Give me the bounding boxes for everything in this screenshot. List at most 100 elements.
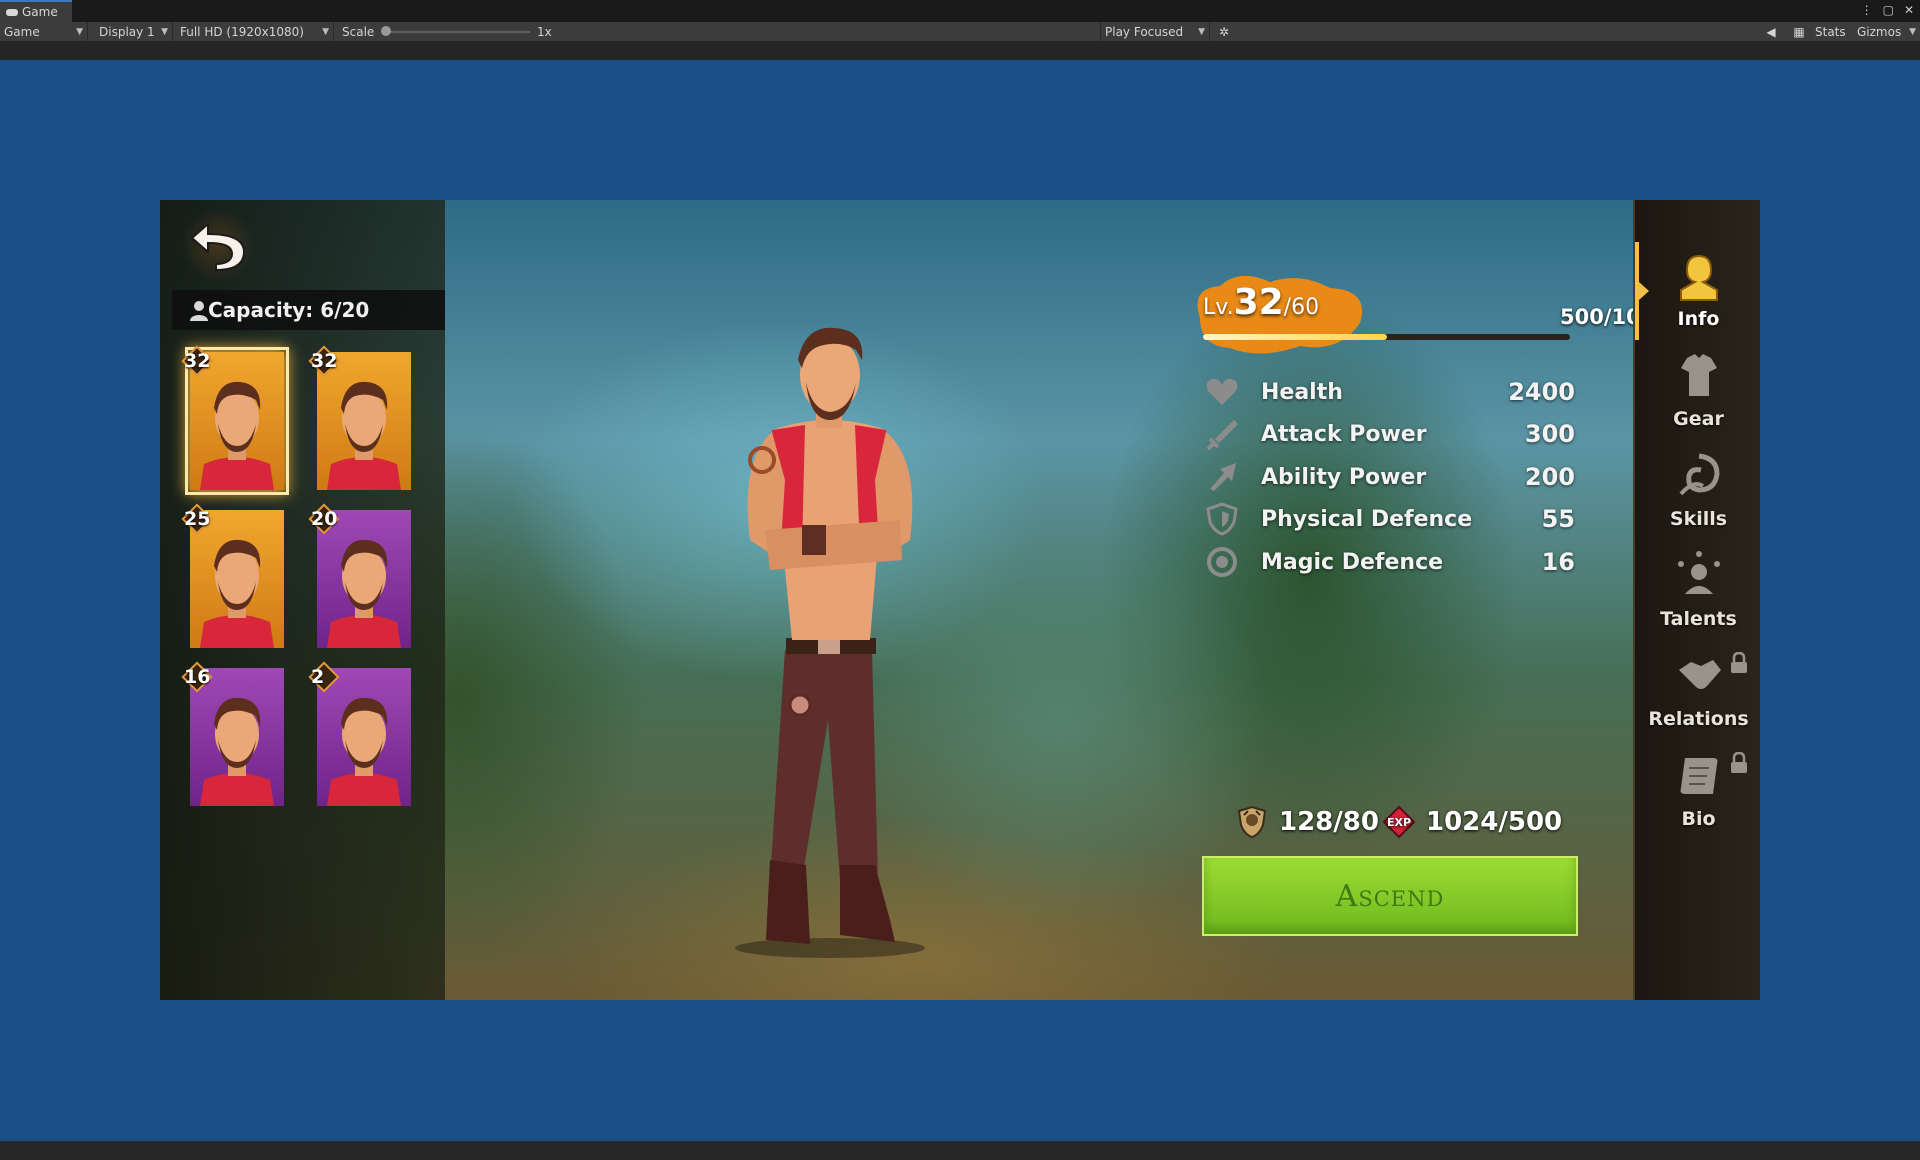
talent-tree-icon bbox=[1673, 550, 1725, 602]
audio-icon[interactable]: ◀ bbox=[1762, 22, 1780, 42]
more-options-icon[interactable]: ⋮ bbox=[1861, 3, 1873, 17]
swirl-icon bbox=[1673, 450, 1725, 502]
hero-level-badge: 32 bbox=[181, 345, 213, 377]
handshake-icon bbox=[1673, 650, 1725, 702]
hero-level-badge: 2 bbox=[308, 661, 340, 693]
hero-side-nav: Info Gear Skills Talents Relations Bio bbox=[1633, 200, 1760, 1000]
hero-card[interactable]: 2 bbox=[308, 661, 411, 806]
game-window-tab[interactable]: Game bbox=[0, 0, 72, 22]
hero-level-badge: 16 bbox=[181, 661, 213, 693]
exp-progress-fill bbox=[1203, 334, 1387, 340]
stat-value: 2400 bbox=[1508, 378, 1575, 406]
nav-item-label: Skills bbox=[1669, 508, 1728, 530]
exp-icon: EXP bbox=[1382, 805, 1416, 839]
exp-value: 1024/500 bbox=[1426, 807, 1563, 837]
heart-icon bbox=[1203, 375, 1241, 409]
hero-card[interactable]: 25 bbox=[181, 503, 284, 648]
armor-icon bbox=[1673, 350, 1725, 402]
hero-level-number: 25 bbox=[184, 508, 211, 530]
hero-bust-icon bbox=[1673, 250, 1725, 302]
nav-item-talents[interactable]: Talents bbox=[1635, 540, 1760, 640]
play-mode-label: Play Focused bbox=[1105, 25, 1184, 39]
nav-item-skills[interactable]: Skills bbox=[1635, 440, 1760, 540]
hero-level-badge: 20 bbox=[308, 503, 340, 535]
close-icon[interactable]: ✕ bbox=[1904, 3, 1914, 17]
hero-level-number: 2 bbox=[311, 666, 325, 688]
editor-bottom-bar bbox=[0, 1141, 1920, 1160]
gizmos-dropdown[interactable]: Gizmos ▼ bbox=[1853, 22, 1920, 42]
hero-card[interactable]: 16 bbox=[181, 661, 284, 806]
stat-label: Ability Power bbox=[1261, 464, 1427, 490]
hero-card[interactable]: 32 bbox=[181, 345, 289, 495]
scale-slider-track[interactable] bbox=[385, 31, 530, 33]
level-max: /60 bbox=[1283, 295, 1320, 320]
exp-counter: EXP 1024/500 bbox=[1382, 804, 1562, 840]
nav-item-relations[interactable]: Relations bbox=[1635, 640, 1760, 740]
magic-arrow-icon bbox=[1203, 460, 1241, 494]
chevron-down-icon: ▼ bbox=[76, 27, 83, 37]
game-viewport: Capacity: 6/20 32322520162 Lv.32/60 bbox=[160, 200, 1760, 1000]
stat-value: 16 bbox=[1541, 548, 1575, 576]
chevron-down-icon: ▼ bbox=[322, 27, 329, 37]
hero-card[interactable]: 32 bbox=[308, 345, 411, 490]
lock-icon bbox=[1731, 752, 1747, 773]
stat-label: Attack Power bbox=[1261, 421, 1427, 447]
chevron-down-icon: ▼ bbox=[161, 27, 168, 37]
chevron-down-icon: ▼ bbox=[1198, 27, 1205, 37]
hero-level-number: 16 bbox=[184, 666, 211, 688]
resolution-label: Full HD (1920x1080) bbox=[180, 25, 304, 39]
ascend-button[interactable]: Ascend bbox=[1202, 856, 1578, 936]
display-label: Display 1 bbox=[99, 25, 155, 39]
stat-label: Health bbox=[1261, 379, 1343, 405]
keyboard-icon[interactable]: ▦ bbox=[1790, 22, 1808, 42]
stat-value: 200 bbox=[1524, 463, 1575, 491]
editor-title-bar: Game ⋮ ▢ ✕ bbox=[0, 0, 1920, 22]
hero-level: Lv.32/60 bbox=[1203, 282, 1319, 323]
exp-progress-bar bbox=[1203, 334, 1570, 340]
hero-capacity-icon bbox=[190, 301, 208, 321]
hero-card[interactable]: 20 bbox=[308, 503, 411, 648]
nav-item-gear[interactable]: Gear bbox=[1635, 340, 1760, 440]
nav-item-label: Talents bbox=[1660, 608, 1737, 630]
nav-item-label: Info bbox=[1677, 308, 1720, 330]
editor-separator bbox=[0, 42, 1920, 60]
back-arrow-icon bbox=[190, 221, 246, 272]
game-window-tab-label: Game bbox=[22, 5, 58, 19]
stat-value: 55 bbox=[1541, 505, 1575, 533]
ascend-token-value: 128/80 bbox=[1279, 807, 1379, 837]
capacity-label: Capacity: 6/20 bbox=[208, 298, 370, 322]
stat-row: Magic Defence 16 bbox=[1203, 545, 1575, 579]
game-view-toolbar: Game ▼ Display 1 ▼ Full HD (1920x1080) ▼… bbox=[0, 22, 1920, 42]
view-mode-label: Game bbox=[4, 25, 40, 39]
bug-icon[interactable]: ✲ bbox=[1214, 22, 1234, 42]
display-dropdown[interactable]: Display 1 ▼ bbox=[95, 22, 173, 42]
back-button[interactable] bbox=[178, 210, 258, 280]
scale-slider-knob[interactable] bbox=[381, 26, 391, 36]
window-controls: ⋮ ▢ ✕ bbox=[1861, 3, 1914, 17]
level-prefix: Lv. bbox=[1203, 295, 1234, 320]
hero-character-portrait bbox=[735, 327, 925, 958]
maximize-icon[interactable]: ▢ bbox=[1883, 3, 1894, 17]
stat-label: Magic Defence bbox=[1261, 549, 1444, 575]
view-mode-dropdown[interactable]: Game ▼ bbox=[0, 22, 88, 42]
level-current: 32 bbox=[1233, 282, 1284, 323]
play-mode-dropdown[interactable]: Play Focused ▼ bbox=[1100, 22, 1210, 42]
scale-value: 1x bbox=[537, 25, 552, 39]
shield-icon bbox=[1203, 502, 1241, 536]
nav-item-bio[interactable]: Bio bbox=[1635, 740, 1760, 840]
stats-button[interactable]: Stats bbox=[1815, 22, 1849, 42]
resolution-dropdown[interactable]: Full HD (1920x1080) ▼ bbox=[176, 22, 334, 42]
nav-item-info[interactable]: Info bbox=[1635, 240, 1760, 340]
stat-row: Health 2400 bbox=[1203, 375, 1575, 409]
trophy-emblem-icon bbox=[1237, 805, 1267, 839]
scale-label: Scale bbox=[342, 25, 375, 39]
hero-level-number: 20 bbox=[311, 508, 338, 530]
exp-icon-text: EXP bbox=[1387, 816, 1411, 829]
stat-row: Ability Power 200 bbox=[1203, 460, 1575, 494]
chevron-down-icon: ▼ bbox=[1909, 27, 1916, 37]
hero-level-badge: 25 bbox=[181, 503, 213, 535]
ascend-button-label: Ascend bbox=[1335, 878, 1445, 914]
stat-value: 300 bbox=[1524, 420, 1575, 448]
stat-row: Attack Power 300 bbox=[1203, 417, 1575, 451]
nav-item-label: Bio bbox=[1681, 808, 1716, 830]
